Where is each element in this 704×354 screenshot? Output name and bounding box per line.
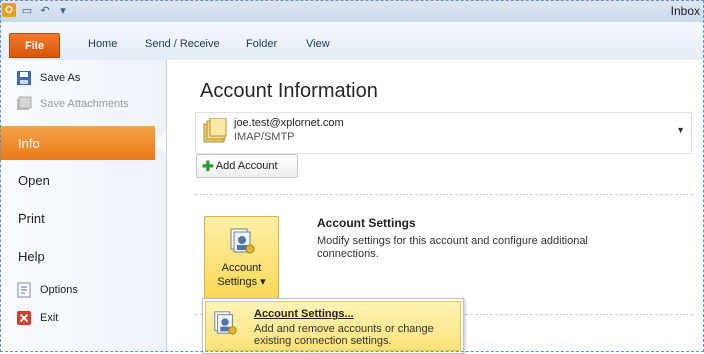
nav-save-attachments[interactable]: Save Attachments [0,94,166,114]
outlook-app-icon[interactable]: O [2,3,16,17]
account-settings-heading: Account Settings [317,216,416,230]
quick-access-toolbar: O ▭ ↶ ▾ [2,3,70,17]
nav-save-attachments-label: Save Attachments [40,98,129,110]
chevron-down-icon[interactable]: ▼ [676,125,685,135]
page-title: Account Information [200,80,378,102]
nav-help[interactable]: Help [0,238,166,274]
title-bar: O ▭ ↶ ▾ Inbox [0,0,704,23]
add-account-label: Add Account [215,160,278,172]
window-title: Inbox [670,4,700,18]
nav-help-label: Help [18,248,45,264]
nav-open-label: Open [18,172,50,188]
backstage-nav: Save As Save Attachments Info Open Print… [0,60,167,352]
account-settings-menu: Account Settings... Add and remove accou… [202,298,464,354]
selected-pointer [155,132,166,154]
account-selector[interactable]: joe.test@xplornet.com IMAP/SMTP ▼ [195,112,692,154]
menu-item-account-settings[interactable]: Account Settings... Add and remove accou… [205,301,461,351]
save-attachments-icon [16,96,32,112]
tab-folder[interactable]: Folder [244,38,279,50]
nav-save-as[interactable]: Save As [0,68,166,88]
nav-open[interactable]: Open [0,162,166,198]
undo-icon[interactable]: ↶ [38,3,52,17]
account-settings-line1: Account [221,262,262,274]
ribbon-tabs: File Home Send / Receive Folder View [0,22,704,61]
add-account-button[interactable]: ✚ Add Account [196,154,298,178]
tab-send-receive[interactable]: Send / Receive [143,38,222,50]
nav-exit-label: Exit [40,312,59,324]
divider [195,194,693,195]
plus-icon: ✚ [202,157,214,174]
account-settings-icon [228,227,256,255]
nav-print-label: Print [18,210,45,226]
account-settings-icon [212,309,238,337]
account-folder-icon [202,117,228,146]
tab-file[interactable]: File [9,33,60,58]
account-settings-button-label: Account Settings ▾ [217,262,266,288]
nav-print[interactable]: Print [0,200,166,236]
account-settings-line2: Settings [217,276,258,288]
account-settings-description: Modify settings for this account and con… [317,235,588,260]
exit-icon [16,310,32,326]
customize-icon[interactable]: ▾ [56,3,70,17]
menu-item-description: Add and remove accounts or change existi… [254,323,434,347]
account-settings-button[interactable]: Account Settings ▾ [204,216,279,300]
account-type: IMAP/SMTP [234,131,295,143]
tab-view[interactable]: View [304,38,332,50]
nav-exit[interactable]: Exit [0,308,166,328]
nav-options[interactable]: Options [0,280,166,300]
save-icon[interactable]: ▭ [20,3,34,17]
account-email: joe.test@xplornet.com [234,117,344,129]
nav-info[interactable]: Info [0,126,166,160]
save-as-icon [16,70,32,86]
nav-options-label: Options [40,284,78,296]
nav-info-label: Info [18,135,40,151]
nav-save-as-label: Save As [40,72,81,84]
menu-item-title: Account Settings... [254,308,354,320]
options-icon [16,282,32,298]
tab-home[interactable]: Home [86,38,119,50]
